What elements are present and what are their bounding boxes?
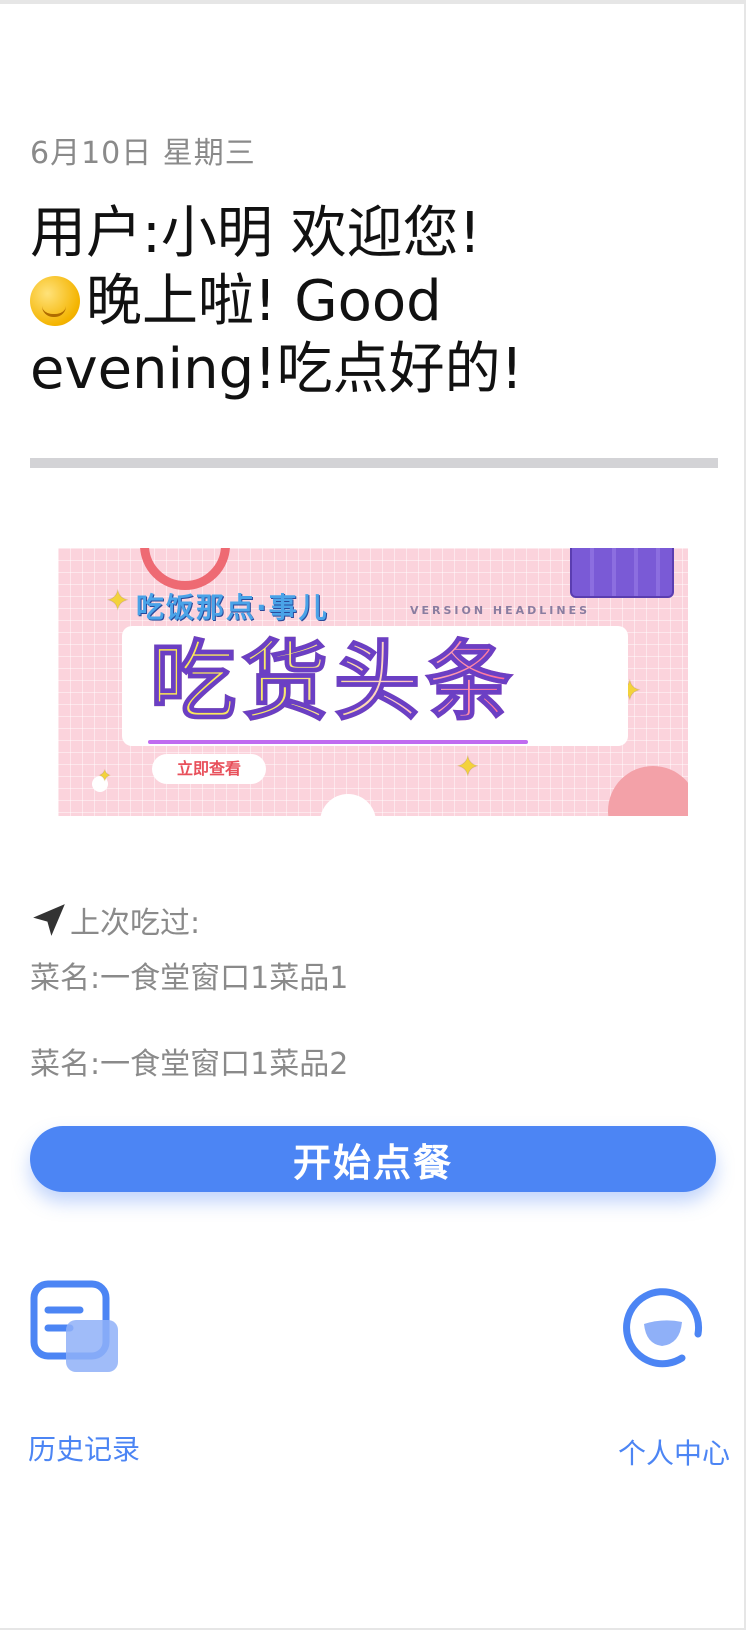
banner-circle-decoration: [320, 794, 376, 816]
banner-view-button[interactable]: 立即查看: [152, 754, 266, 784]
star-icon: ✦: [98, 766, 112, 785]
tab-profile-label: 个人中心: [617, 1437, 730, 1470]
tab-history-label: 历史记录: [28, 1433, 141, 1466]
banner-circle-decoration: [608, 766, 688, 816]
navigation-arrow-icon: [33, 904, 65, 936]
section-divider: [30, 458, 718, 468]
star-icon: ✦: [456, 750, 480, 783]
banner-box-decoration: [570, 548, 674, 598]
greeting-text: 用户:小明 欢迎您! 晚上啦! Good evening!吃点好的!: [30, 200, 550, 404]
banner-title: 吃货头条: [149, 631, 518, 733]
start-order-button[interactable]: 开始点餐: [30, 1126, 716, 1192]
date-label: 6月10日 星期三: [30, 136, 256, 171]
history-icon: [30, 1280, 118, 1372]
sun-face-icon: [30, 276, 80, 326]
list-item: 菜名:一食堂窗口1菜品2: [30, 1047, 349, 1080]
last-eaten-label: 上次吃过:: [70, 906, 201, 941]
banner-version-text: VERSION HEADLINES: [410, 604, 591, 617]
profile-icon: [623, 1288, 703, 1368]
dish-list[interactable]: 菜名:一食堂窗口1菜品1 菜名:一食堂窗口1菜品2: [30, 952, 630, 1080]
tab-profile[interactable]: 个人中心: [590, 1280, 730, 1470]
banner-underline: [148, 740, 528, 744]
star-icon: ✦: [106, 584, 130, 617]
last-eaten-heading: 上次吃过:: [30, 898, 200, 942]
tab-history[interactable]: 历史记录: [28, 1280, 168, 1466]
time-greeting: 晚上啦! Good evening!吃点好的!: [30, 269, 524, 402]
list-item: 菜名:一食堂窗口1菜品1: [30, 961, 349, 996]
welcome-line: 用户:小明 欢迎您!: [30, 201, 482, 266]
banner-ring-decoration: [140, 548, 230, 590]
banner-subtitle: 吃饭那点·事儿: [136, 591, 329, 624]
promo-banner[interactable]: ✦ ✦ ✦ ✦ 吃饭那点·事儿 VERSION HEADLINES 吃货头条 立…: [58, 548, 688, 816]
